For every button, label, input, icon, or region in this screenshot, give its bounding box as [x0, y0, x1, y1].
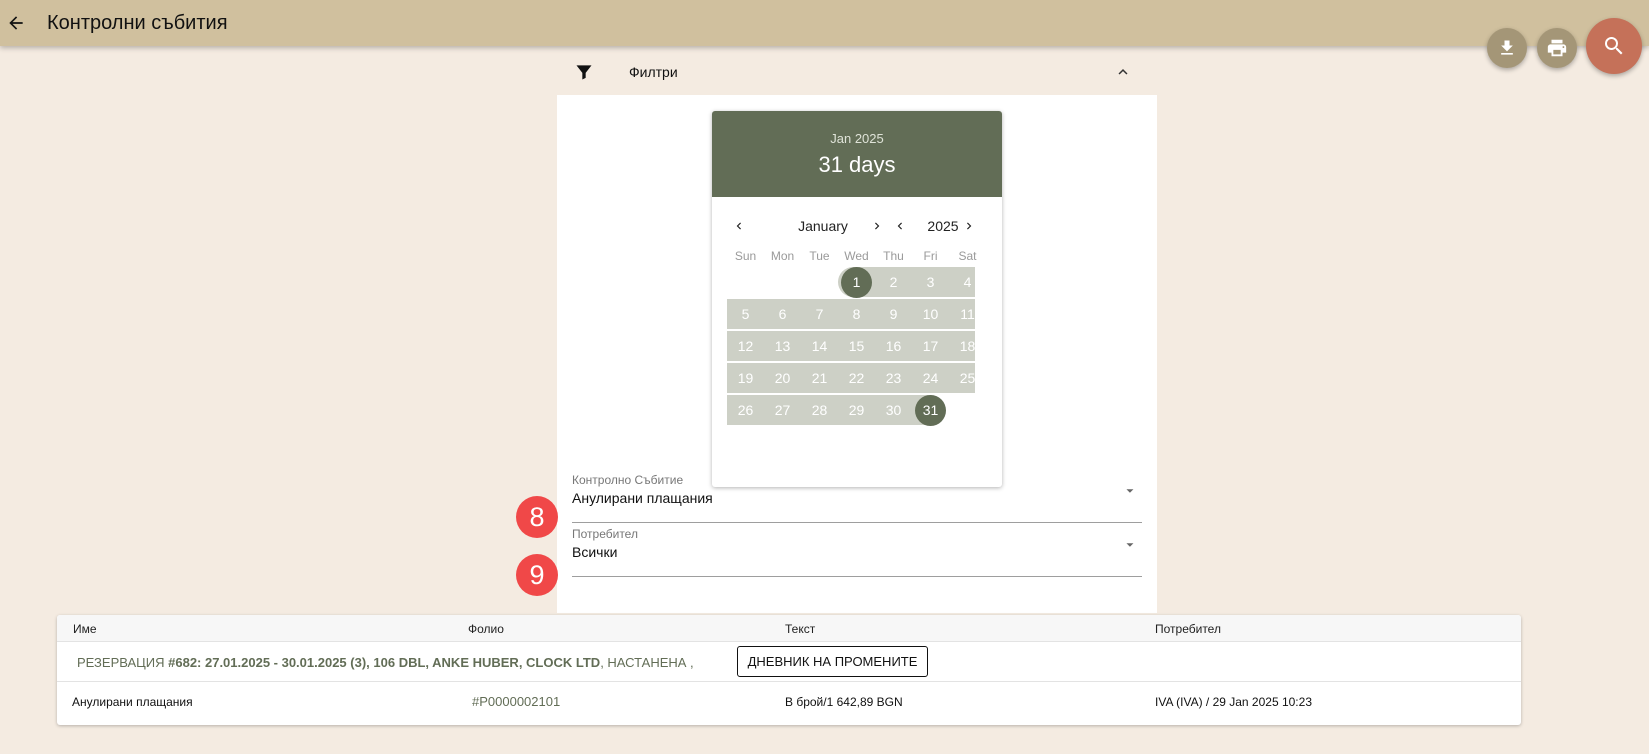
calendar-day[interactable]: 24 — [915, 363, 946, 394]
dropdown-arrow-icon — [1122, 483, 1138, 499]
weekday-label: Wed — [844, 249, 869, 263]
search-icon — [1605, 37, 1623, 55]
column-header-name: Име — [73, 622, 97, 636]
calendar-day[interactable]: 29 — [841, 395, 872, 426]
calendar-day-start[interactable]: 1 — [841, 267, 872, 298]
calendar-day[interactable]: 20 — [767, 363, 798, 394]
column-header-folio: Фолио — [468, 622, 504, 636]
reservation-prefix: РЕЗЕРВАЦИЯ — [77, 655, 169, 670]
weekday-label: Sat — [958, 249, 977, 263]
reservation-summary: РЕЗЕРВАЦИЯ #682: 27.01.2025 - 30.01.2025… — [77, 655, 694, 670]
column-header-text: Текст — [785, 622, 816, 636]
calendar-day[interactable]: 11 — [952, 299, 983, 330]
change-log-button[interactable]: ДНЕВНИК НА ПРОМЕНИТЕ — [737, 646, 928, 677]
filters-label: Филтри — [629, 64, 678, 80]
calendar-day[interactable]: 4 — [952, 267, 983, 298]
print-button[interactable] — [1537, 28, 1577, 68]
user-select[interactable]: Потребител Всички — [572, 527, 1142, 577]
reservation-details: #682: 27.01.2025 - 30.01.2025 (3), 106 D… — [168, 655, 601, 670]
prev-year-icon[interactable] — [892, 218, 908, 234]
calendar-day[interactable]: 8 — [841, 299, 872, 330]
calendar-day[interactable]: 16 — [878, 331, 909, 362]
calendar-day[interactable]: 17 — [915, 331, 946, 362]
filters-panel: Jan 2025 31 days January 2025 Sun Mon Tu… — [557, 95, 1157, 613]
calendar-day[interactable]: 19 — [730, 363, 761, 394]
calendar-day[interactable]: 2 — [878, 267, 909, 298]
table-header: Име Фолио Текст Потребител — [57, 615, 1521, 642]
results-table: Име Фолио Текст Потребител РЕЗЕРВАЦИЯ #6… — [57, 615, 1521, 725]
calendar-day[interactable]: 18 — [952, 331, 983, 362]
calendar-days-grid: 1 2 3 4 5 6 7 8 9 10 11 12 13 14 15 16 1… — [712, 267, 1002, 427]
top-app-bar: Контролни събития — [0, 0, 1649, 46]
back-arrow-icon[interactable] — [2, 9, 30, 37]
column-header-user: Потребител — [1155, 622, 1221, 636]
page-title: Контролни събития — [47, 11, 228, 34]
chevron-up-icon[interactable] — [1113, 62, 1133, 82]
calendar-day[interactable]: 7 — [804, 299, 835, 330]
control-event-label: Контролно Събитие — [572, 473, 684, 487]
calendar-day[interactable]: 25 — [952, 363, 983, 394]
row-folio-link[interactable]: #P0000002101 — [472, 694, 560, 709]
calendar-day[interactable]: 30 — [878, 395, 909, 426]
calendar-day[interactable]: 15 — [841, 331, 872, 362]
filters-header[interactable]: Филтри — [557, 53, 1157, 91]
calendar-day[interactable]: 27 — [767, 395, 798, 426]
reservation-row: РЕЗЕРВАЦИЯ #682: 27.01.2025 - 30.01.2025… — [57, 642, 1521, 682]
annotation-badge-9: 9 — [516, 554, 558, 596]
calendar-day[interactable]: 23 — [878, 363, 909, 394]
calendar-day[interactable]: 26 — [730, 395, 761, 426]
calendar-day[interactable]: 21 — [804, 363, 835, 394]
calendar-year-select[interactable]: 2025 — [923, 218, 963, 234]
calendar-header: Jan 2025 31 days — [712, 111, 1002, 197]
calendar-day[interactable]: 22 — [841, 363, 872, 394]
calendar-day[interactable]: 13 — [767, 331, 798, 362]
weekday-label: Tue — [809, 249, 830, 263]
control-event-value: Анулирани плащания — [572, 490, 713, 506]
calendar-day[interactable]: 10 — [915, 299, 946, 330]
weekday-label: Sun — [734, 249, 757, 263]
calendar-header-month: Jan 2025 — [830, 131, 884, 146]
user-label: Потребител — [572, 527, 638, 541]
control-event-select[interactable]: Контролно Събитие Анулирани плащания — [572, 473, 1142, 523]
calendar-day[interactable]: 9 — [878, 299, 909, 330]
calendar-day[interactable]: 6 — [767, 299, 798, 330]
prev-month-icon[interactable] — [731, 218, 747, 234]
search-button[interactable] — [1586, 18, 1642, 74]
download-icon — [1501, 40, 1513, 55]
calendar-day[interactable]: 5 — [730, 299, 761, 330]
print-icon — [1547, 39, 1567, 57]
dropdown-arrow-icon — [1122, 537, 1138, 553]
reservation-status: , НАСТАНЕНА , — [600, 655, 694, 670]
filter-icon — [573, 61, 595, 83]
row-text: В брой/1 642,89 BGN — [785, 695, 903, 709]
weekday-label: Fri — [923, 249, 938, 263]
next-year-icon[interactable] — [961, 218, 977, 234]
calendar-day[interactable]: 28 — [804, 395, 835, 426]
date-range-calendar: Jan 2025 31 days January 2025 Sun Mon Tu… — [712, 111, 1002, 487]
user-value: Всички — [572, 544, 618, 560]
calendar-day[interactable]: 14 — [804, 331, 835, 362]
annotation-badge-8: 8 — [516, 496, 558, 538]
calendar-day-end[interactable]: 31 — [915, 395, 946, 426]
calendar-navigation: January 2025 — [712, 211, 1002, 241]
calendar-day[interactable]: 3 — [915, 267, 946, 298]
calendar-weekdays: Sun Mon Tue Wed Thu Fri Sat — [712, 245, 1002, 267]
calendar-month-select[interactable]: January — [768, 218, 878, 234]
row-user: IVA (IVA) / 29 Jan 2025 10:23 — [1155, 695, 1312, 709]
calendar-days-count: 31 days — [818, 152, 896, 177]
table-row: Анулирани плащания #P0000002101 В брой/1… — [57, 682, 1521, 723]
weekday-label: Thu — [883, 249, 904, 263]
row-name: Анулирани плащания — [72, 695, 193, 709]
weekday-label: Mon — [770, 249, 795, 263]
download-button[interactable] — [1487, 28, 1527, 68]
next-month-icon[interactable] — [869, 218, 885, 234]
calendar-day[interactable]: 12 — [730, 331, 761, 362]
